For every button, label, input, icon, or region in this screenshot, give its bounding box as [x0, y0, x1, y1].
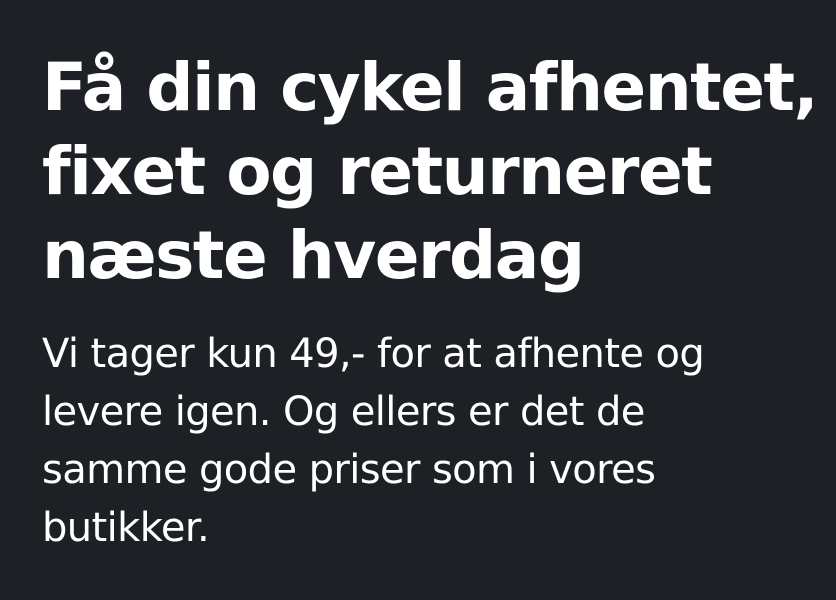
- headline-line: fixet og returneret: [42, 133, 713, 210]
- description-line: butikker.: [42, 505, 210, 551]
- hero-description: Vi tager kun 49,- for at afhente og leve…: [42, 325, 812, 557]
- description-line: samme gode priser som i vores: [42, 447, 656, 493]
- description-line: Vi tager kun 49,- for at afhente og: [42, 331, 705, 377]
- hero-section: Få din cykel afhentet, fixet og returner…: [42, 46, 819, 557]
- page-headline: Få din cykel afhentet, fixet og returner…: [42, 46, 819, 298]
- headline-line: Få din cykel afhentet,: [42, 49, 819, 126]
- headline-line: næste hverdag: [42, 217, 585, 294]
- description-line: levere igen. Og ellers er det de: [42, 389, 645, 435]
